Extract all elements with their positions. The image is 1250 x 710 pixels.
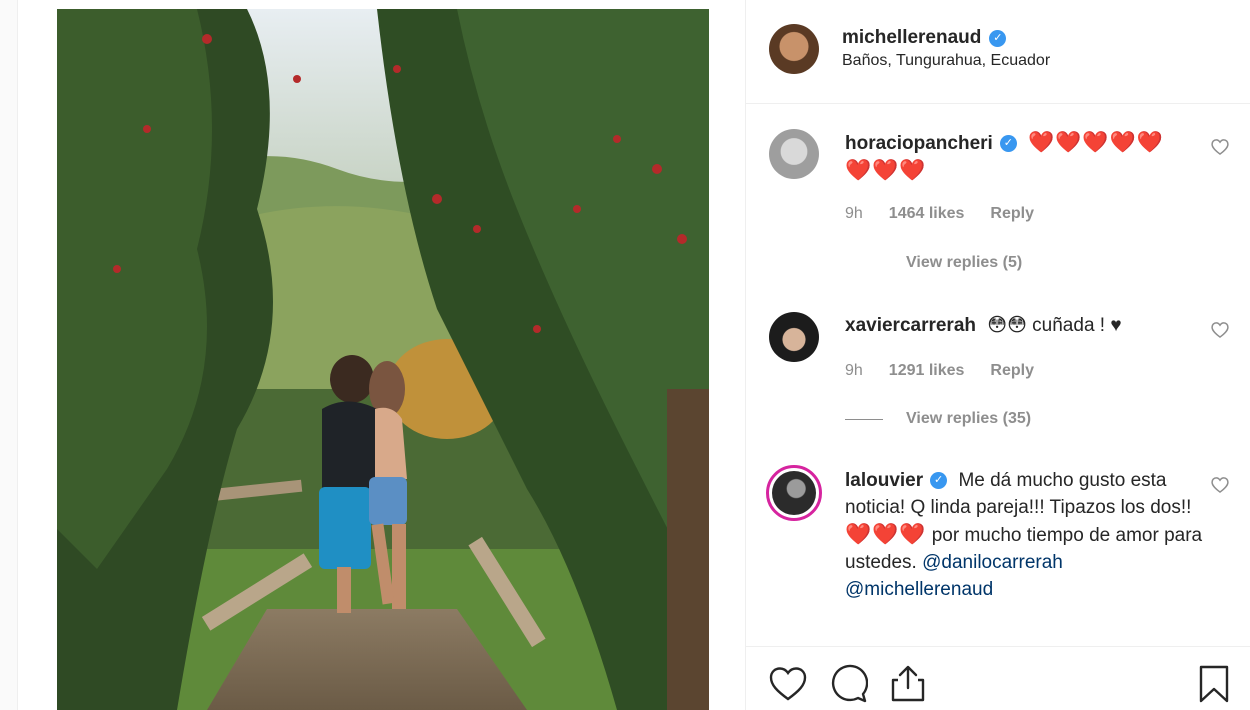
- heart-icon: [1211, 477, 1229, 494]
- comment-like-button[interactable]: [1210, 320, 1234, 344]
- comment-username[interactable]: xaviercarrerah: [845, 315, 976, 336]
- save-button[interactable]: [1194, 664, 1234, 704]
- view-replies-button[interactable]: View replies (5): [906, 254, 1022, 272]
- replies-divider-line: [845, 419, 883, 420]
- comment-icon: [831, 664, 869, 703]
- mention-link[interactable]: @danilocarrerah: [922, 552, 1063, 573]
- verified-badge-icon: ✓: [930, 472, 948, 489]
- commenter-avatar[interactable]: [766, 465, 822, 521]
- verified-badge-icon: ✓: [989, 29, 1007, 47]
- comment-username[interactable]: horaciopancheri: [845, 130, 993, 157]
- commenter-avatar[interactable]: [769, 129, 819, 179]
- verified-badge-icon: ✓: [999, 135, 1017, 152]
- commenter-avatar[interactable]: [769, 312, 819, 362]
- comment-likes[interactable]: 1291 likes: [889, 362, 965, 380]
- share-button[interactable]: [888, 664, 928, 704]
- heart-icon: [769, 667, 807, 701]
- comment-like-button[interactable]: [1210, 475, 1234, 499]
- owner-username-row: michellerenaud ✓: [842, 27, 1007, 49]
- comment-username[interactable]: lalouvier: [845, 467, 923, 494]
- commenter-avatar-image: [772, 471, 816, 515]
- comment-hearts: ❤️❤️❤️: [845, 523, 927, 546]
- comment-time[interactable]: 9h: [845, 362, 863, 380]
- comment-meta: 9h 1464 likes Reply: [845, 205, 1034, 223]
- heart-icon: [1211, 139, 1229, 156]
- comment-text: xaviercarrerah 😳😳 cuñada ! ♥: [845, 312, 1205, 339]
- share-icon: [891, 665, 925, 702]
- comment-like-button[interactable]: [1210, 137, 1234, 161]
- comment-button[interactable]: [828, 664, 869, 704]
- mention-link[interactable]: @michellerenaud: [845, 579, 993, 600]
- owner-avatar[interactable]: [769, 24, 819, 74]
- bookmark-icon: [1199, 665, 1229, 703]
- post-header: michellerenaud ✓ Baños, Tungurahua, Ecua…: [746, 0, 1250, 104]
- post-action-bar: [746, 646, 1250, 710]
- post-location[interactable]: Baños, Tungurahua, Ecuador: [842, 52, 1050, 70]
- post-photo[interactable]: [57, 9, 709, 710]
- owner-username[interactable]: michellerenaud: [842, 27, 981, 49]
- comment-meta: 9h 1291 likes Reply: [845, 362, 1034, 380]
- comment-body: 😳😳 cuñada ! ♥: [987, 315, 1122, 336]
- view-replies-button[interactable]: View replies (35): [906, 410, 1031, 428]
- comment-body: ❤️❤️❤️❤️❤️: [1028, 131, 1164, 154]
- comment-likes[interactable]: 1464 likes: [889, 205, 965, 223]
- comment-reply-button[interactable]: Reply: [990, 362, 1034, 380]
- heart-icon: [1211, 322, 1229, 339]
- comment-reply-button[interactable]: Reply: [990, 205, 1034, 223]
- comment-time[interactable]: 9h: [845, 205, 863, 223]
- comment-body-line2: ❤️❤️❤️: [845, 159, 927, 182]
- comment-text: lalouvier ✓ Me dá mucho gusto esta notic…: [845, 467, 1205, 603]
- comment-user-row: lalouvier ✓: [845, 467, 948, 494]
- left-gutter: [0, 0, 18, 710]
- comment-user-row: horaciopancheri ✓: [845, 130, 1017, 157]
- comments-list: horaciopancheri ✓ ❤️❤️❤️❤️❤️ ❤️❤️❤️ 9h 1…: [746, 104, 1250, 646]
- comment-text: horaciopancheri ✓ ❤️❤️❤️❤️❤️ ❤️❤️❤️: [845, 129, 1205, 185]
- like-button[interactable]: [768, 664, 808, 704]
